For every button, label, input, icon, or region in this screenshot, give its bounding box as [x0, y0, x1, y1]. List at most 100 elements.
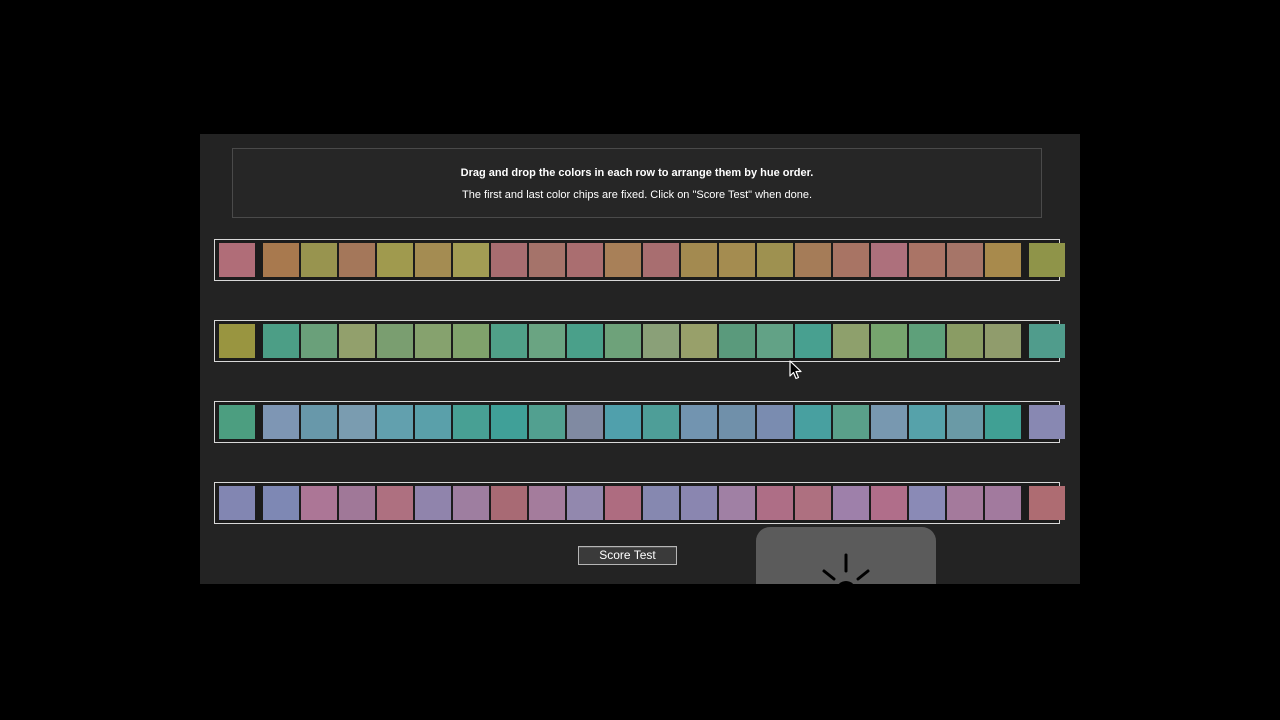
instructions-subtext: The first and last color chips are fixed…: [462, 189, 812, 201]
color-chip[interactable]: [377, 486, 413, 520]
color-chip[interactable]: [301, 486, 337, 520]
color-chip[interactable]: [529, 243, 565, 277]
color-chip[interactable]: [263, 486, 299, 520]
color-chip[interactable]: [491, 243, 527, 277]
color-chip[interactable]: [605, 243, 641, 277]
color-chip[interactable]: [263, 324, 299, 358]
color-chip[interactable]: [339, 243, 375, 277]
color-row-2: [214, 320, 1065, 362]
color-chip[interactable]: [567, 405, 603, 439]
color-chip[interactable]: [757, 405, 793, 439]
color-chip[interactable]: [757, 486, 793, 520]
color-row-4: [214, 482, 1065, 524]
color-chip[interactable]: [795, 324, 831, 358]
color-chip[interactable]: [643, 324, 679, 358]
color-chip[interactable]: [681, 486, 717, 520]
color-chip[interactable]: [909, 405, 945, 439]
color-chip[interactable]: [719, 324, 755, 358]
color-chip[interactable]: [453, 486, 489, 520]
fixed-color-chip: [1029, 324, 1065, 358]
color-chip[interactable]: [567, 243, 603, 277]
screen: Drag and drop the colors in each row to …: [0, 0, 1280, 720]
color-chip[interactable]: [947, 243, 983, 277]
color-chip[interactable]: [795, 405, 831, 439]
color-chip[interactable]: [795, 486, 831, 520]
color-chip[interactable]: [681, 324, 717, 358]
color-chip[interactable]: [415, 405, 451, 439]
loading-overlay: [756, 527, 936, 584]
instructions-heading: Drag and drop the colors in each row to …: [460, 167, 814, 179]
score-test-button[interactable]: Score Test: [578, 546, 677, 565]
color-chip[interactable]: [529, 324, 565, 358]
color-chip[interactable]: [263, 405, 299, 439]
cursor-icon: [789, 360, 802, 380]
color-chip[interactable]: [871, 486, 907, 520]
color-chip[interactable]: [757, 243, 793, 277]
color-chip[interactable]: [795, 243, 831, 277]
color-chip[interactable]: [605, 486, 641, 520]
color-chip[interactable]: [985, 243, 1021, 277]
color-chip[interactable]: [567, 486, 603, 520]
color-chip[interactable]: [339, 405, 375, 439]
fixed-color-chip: [219, 405, 255, 439]
color-chip[interactable]: [909, 486, 945, 520]
color-chip[interactable]: [985, 324, 1021, 358]
color-chip[interactable]: [377, 324, 413, 358]
color-chip[interactable]: [909, 243, 945, 277]
fixed-color-chip: [1029, 243, 1065, 277]
fixed-color-chip: [219, 486, 255, 520]
color-chip[interactable]: [339, 324, 375, 358]
color-chip[interactable]: [757, 324, 793, 358]
color-chip[interactable]: [605, 405, 641, 439]
fixed-color-chip: [1029, 405, 1065, 439]
color-chip[interactable]: [339, 486, 375, 520]
color-chip[interactable]: [719, 405, 755, 439]
color-chip[interactable]: [985, 405, 1021, 439]
color-chip[interactable]: [833, 405, 869, 439]
color-chip[interactable]: [681, 405, 717, 439]
color-chip[interactable]: [301, 405, 337, 439]
color-chip[interactable]: [491, 486, 527, 520]
spinner-icon: [822, 553, 870, 584]
color-chip[interactable]: [909, 324, 945, 358]
color-chip[interactable]: [947, 324, 983, 358]
color-chip[interactable]: [263, 243, 299, 277]
color-chip[interactable]: [947, 486, 983, 520]
color-chip[interactable]: [871, 243, 907, 277]
color-chip[interactable]: [529, 486, 565, 520]
color-chip[interactable]: [681, 243, 717, 277]
color-chip[interactable]: [491, 324, 527, 358]
fixed-color-chip: [1029, 486, 1065, 520]
color-chip[interactable]: [453, 405, 489, 439]
color-chip[interactable]: [301, 243, 337, 277]
hue-test-panel: Drag and drop the colors in each row to …: [200, 134, 1080, 584]
fixed-color-chip: [219, 324, 255, 358]
color-chip[interactable]: [833, 486, 869, 520]
color-row-1: [214, 239, 1065, 281]
color-chip[interactable]: [529, 405, 565, 439]
color-chip[interactable]: [985, 486, 1021, 520]
color-chip[interactable]: [415, 486, 451, 520]
color-chip[interactable]: [377, 405, 413, 439]
color-chip[interactable]: [643, 243, 679, 277]
color-chip[interactable]: [871, 405, 907, 439]
color-chip[interactable]: [643, 486, 679, 520]
color-chip[interactable]: [833, 324, 869, 358]
color-chip[interactable]: [491, 405, 527, 439]
color-chip[interactable]: [947, 405, 983, 439]
color-chip[interactable]: [833, 243, 869, 277]
color-chip[interactable]: [453, 324, 489, 358]
color-chip[interactable]: [605, 324, 641, 358]
fixed-color-chip: [219, 243, 255, 277]
color-chip[interactable]: [567, 324, 603, 358]
color-chip[interactable]: [719, 243, 755, 277]
color-chip[interactable]: [453, 243, 489, 277]
color-chip[interactable]: [871, 324, 907, 358]
color-row-3: [214, 401, 1065, 443]
color-chip[interactable]: [643, 405, 679, 439]
color-chip[interactable]: [719, 486, 755, 520]
color-chip[interactable]: [415, 243, 451, 277]
color-chip[interactable]: [377, 243, 413, 277]
color-chip[interactable]: [301, 324, 337, 358]
color-chip[interactable]: [415, 324, 451, 358]
